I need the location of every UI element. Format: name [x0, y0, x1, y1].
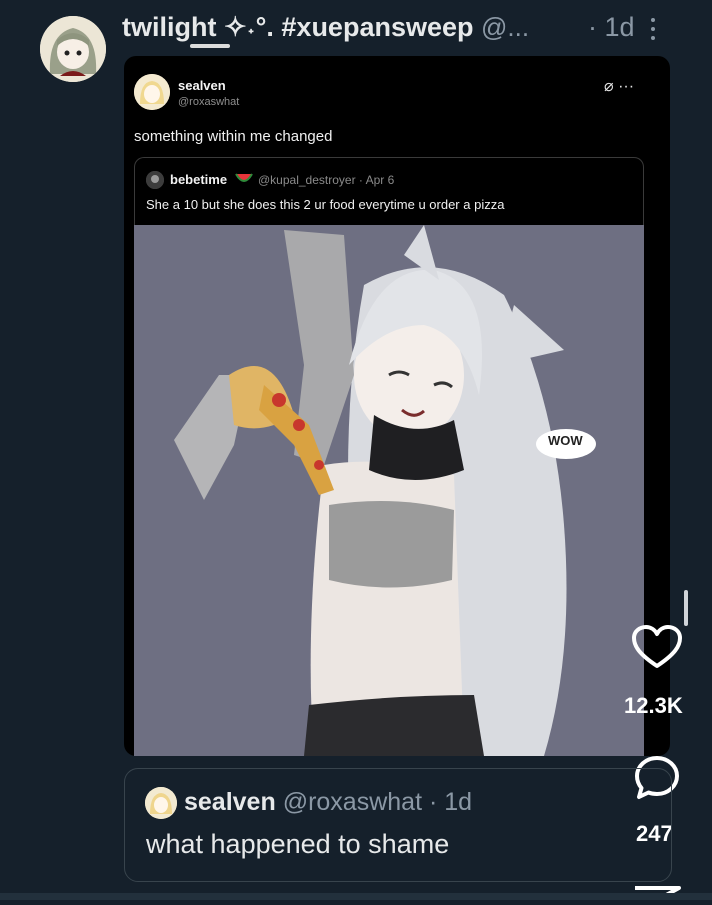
screenshot-author-avatar: [134, 74, 170, 110]
artwork-image: WOW: [134, 225, 644, 756]
screenshot-icons: ⌀ ···: [604, 78, 635, 95]
inner-quote-handle-time: @kupal_destroyer · Apr 6: [258, 173, 395, 187]
quoted-post-card[interactable]: [124, 768, 672, 882]
more-options-icon[interactable]: [650, 18, 656, 40]
like-heart-icon[interactable]: [631, 624, 683, 670]
quoted-author-avatar: [145, 787, 177, 819]
screenshot-inner-quote: [134, 157, 644, 226]
inner-quote-avatar: [146, 171, 164, 189]
watermelon-icon: [235, 172, 253, 187]
display-name[interactable]: twilight ✧˖°.: [122, 12, 274, 42]
quoted-author-name: sealven: [184, 788, 276, 816]
author-handle[interactable]: @...: [481, 12, 529, 42]
inner-quote-text: She a 10 but she does this 2 ur food eve…: [146, 197, 505, 212]
speech-bubble-text: WOW: [548, 433, 583, 448]
cropped-text-fragment: [190, 44, 230, 48]
screenshot-author-name: sealven: [178, 78, 226, 93]
scroll-indicator[interactable]: [684, 590, 688, 626]
like-count[interactable]: 12.3K: [624, 693, 683, 719]
quoted-post-header: sealven @roxaswhat · 1d: [184, 788, 472, 817]
post-header: twilight ✧˖°. #xuepansweep @...: [122, 12, 529, 43]
hashtag-link[interactable]: #xuepansweep: [281, 12, 473, 42]
author-avatar[interactable]: [40, 16, 106, 82]
screenshot-author-handle: @roxaswhat: [178, 96, 240, 108]
screenshot-post-text: something within me changed: [134, 128, 333, 145]
post-timestamp[interactable]: · 1d: [588, 12, 635, 43]
bottom-divider: [0, 893, 712, 900]
quoted-post-text: what happened to shame: [146, 829, 450, 859]
quoted-handle-time: @roxaswhat · 1d: [282, 788, 473, 816]
inner-quote-author: bebetime: [170, 172, 228, 187]
